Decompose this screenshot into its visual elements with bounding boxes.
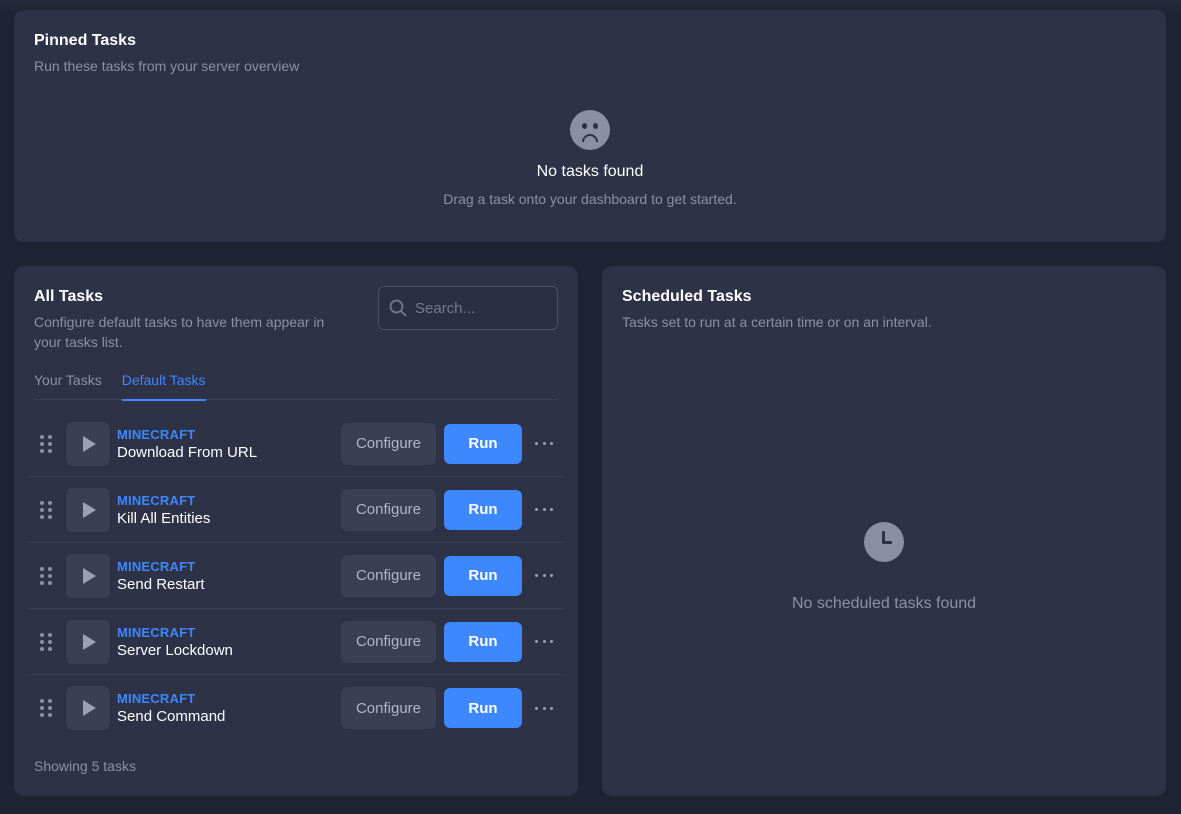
scheduled-tasks-panel: Scheduled Tasks Tasks set to run at a ce… xyxy=(602,266,1166,796)
drag-handle-icon[interactable] xyxy=(40,632,52,651)
search-box[interactable] xyxy=(378,286,558,330)
tab-default-tasks[interactable]: Default Tasks xyxy=(121,372,206,401)
more-options-icon[interactable] xyxy=(535,698,553,718)
task-category: MINECRAFT xyxy=(117,558,196,574)
pinned-empty-title: No tasks found xyxy=(536,163,644,180)
scheduled-tasks-title: Scheduled Tasks xyxy=(622,288,752,305)
tab-your-tasks[interactable]: Your Tasks xyxy=(34,372,102,400)
task-row: MINECRAFT Send Command Configure Run xyxy=(28,675,564,741)
run-button[interactable]: Run xyxy=(444,688,522,728)
clock-icon xyxy=(864,522,904,562)
scheduled-empty-state: No scheduled tasks found xyxy=(602,522,1166,613)
task-category: MINECRAFT xyxy=(117,691,196,706)
search-icon xyxy=(389,299,407,317)
task-name: Server Lockdown xyxy=(117,641,233,659)
drag-handle-icon[interactable] xyxy=(40,500,52,519)
more-options-icon[interactable] xyxy=(535,566,553,586)
task-name: Download From URL xyxy=(117,443,258,461)
run-button[interactable]: Run xyxy=(444,621,522,662)
drag-handle-icon[interactable] xyxy=(40,566,52,585)
page: Pinned Tasks Run these tasks from your s… xyxy=(0,0,1181,814)
task-info: MINECRAFT Send Command xyxy=(117,691,337,725)
run-button[interactable]: Run xyxy=(444,489,522,530)
configure-button[interactable]: Configure xyxy=(341,422,436,465)
task-row: MINECRAFT Server Lockdown Configure Run xyxy=(28,609,564,675)
task-row: MINECRAFT Kill All Entities Configure Ru… xyxy=(28,477,564,543)
sad-face-icon xyxy=(570,110,610,150)
configure-button[interactable]: Configure xyxy=(341,687,436,729)
task-row: MINECRAFT Download From URL Configure Ru… xyxy=(28,411,564,477)
task-info: MINECRAFT Kill All Entities xyxy=(117,493,337,527)
task-name: Send Command xyxy=(117,708,226,725)
pinned-tasks-subtitle: Run these tasks from your server overvie… xyxy=(34,58,300,74)
play-icon xyxy=(66,619,110,664)
more-options-icon[interactable] xyxy=(535,500,553,520)
task-category: MINECRAFT xyxy=(117,492,196,508)
run-button[interactable]: Run xyxy=(444,555,522,596)
task-info: MINECRAFT Server Lockdown xyxy=(117,625,337,659)
pinned-tasks-title: Pinned Tasks xyxy=(34,32,136,49)
play-icon xyxy=(66,553,110,598)
run-button[interactable]: Run xyxy=(444,423,522,464)
task-count-footer: Showing 5 tasks xyxy=(34,758,136,774)
task-category: MINECRAFT xyxy=(117,624,196,640)
all-tasks-subtitle: Configure default tasks to have them app… xyxy=(34,314,325,350)
all-tasks-panel: All Tasks Configure default tasks to hav… xyxy=(14,266,578,796)
scheduled-empty-text: No scheduled tasks found xyxy=(791,595,977,612)
configure-button[interactable]: Configure xyxy=(341,554,436,597)
task-info: MINECRAFT Download From URL xyxy=(117,427,337,461)
drag-handle-icon[interactable] xyxy=(40,699,52,717)
play-icon xyxy=(66,487,110,532)
task-info: MINECRAFT Send Restart xyxy=(117,559,337,593)
pinned-empty-subtitle: Drag a task onto your dashboard to get s… xyxy=(443,191,737,207)
task-name: Kill All Entities xyxy=(117,509,211,527)
task-category: MINECRAFT xyxy=(117,426,196,442)
pinned-tasks-panel: Pinned Tasks Run these tasks from your s… xyxy=(14,10,1166,242)
scheduled-tasks-subtitle: Tasks set to run at a certain time or on… xyxy=(622,314,932,330)
task-tabs: Your Tasks Default Tasks xyxy=(34,372,558,401)
pinned-empty-state: No tasks found Drag a task onto your das… xyxy=(14,110,1166,207)
more-options-icon[interactable] xyxy=(535,434,553,454)
task-list: MINECRAFT Download From URL Configure Ru… xyxy=(28,411,564,741)
play-icon xyxy=(66,686,110,730)
more-options-icon[interactable] xyxy=(535,632,553,652)
search-input[interactable] xyxy=(415,299,545,317)
configure-button[interactable]: Configure xyxy=(341,620,436,663)
drag-handle-icon[interactable] xyxy=(40,434,52,453)
task-row: MINECRAFT Send Restart Configure Run xyxy=(28,543,564,609)
task-name: Send Restart xyxy=(117,575,205,593)
configure-button[interactable]: Configure xyxy=(341,488,436,531)
play-icon xyxy=(66,421,110,466)
